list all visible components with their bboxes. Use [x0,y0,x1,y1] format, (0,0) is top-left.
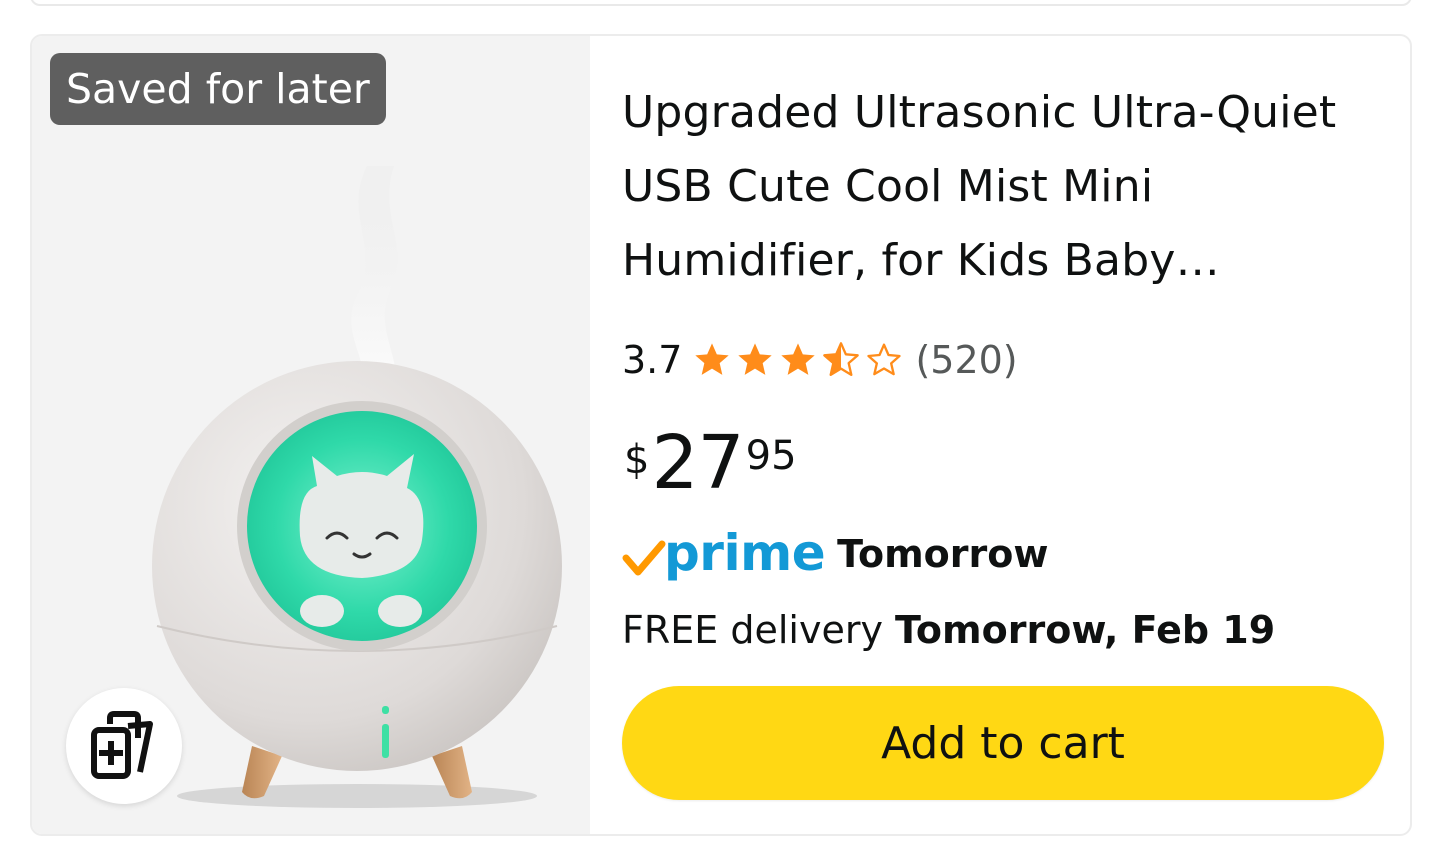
delivery-prefix: FREE delivery [622,608,896,652]
prime-delivery-speed: Tomorrow [837,532,1049,576]
star-full-icon [738,343,773,375]
delivery-info: FREE delivery Tomorrow, Feb 19 [622,608,1275,652]
prime-wordmark: prime [664,524,826,582]
checkmark-icon [622,538,666,578]
star-rating [692,340,907,380]
rating-value: 3.7 [622,338,683,382]
previous-item-card [30,0,1412,6]
prime-delivery-row: prime Tomorrow [622,528,1048,578]
star-full-icon [781,343,816,375]
rating-row[interactable]: 3.7 (520) [622,332,1018,388]
star-empty-icon [867,343,902,376]
price-fraction: 95 [745,433,797,479]
prime-logo: prime [622,524,826,582]
compare-button[interactable] [66,688,182,804]
compare-cards-icon [91,711,153,779]
review-count[interactable]: (520) [915,338,1017,382]
saved-for-later-badge: Saved for later [50,53,386,125]
price-symbol: $ [624,437,650,483]
price-whole: 27 [651,420,744,506]
star-half-icon [823,342,860,376]
delivery-date: Tomorrow, Feb 19 [895,608,1276,652]
saved-item-card: Saved for later Upgraded Ultrasonic Ultr… [30,34,1412,836]
product-title[interactable]: Upgraded Ultrasonic Ultra-Quiet USB Cute… [622,76,1382,298]
add-to-cart-button[interactable]: Add to cart [622,686,1384,800]
product-image[interactable] [132,156,572,816]
star-full-icon [695,343,730,375]
product-image-panel[interactable]: Saved for later [32,36,590,834]
product-info: Upgraded Ultrasonic Ultra-Quiet USB Cute… [622,76,1382,652]
price: $ 27 95 [624,426,797,500]
